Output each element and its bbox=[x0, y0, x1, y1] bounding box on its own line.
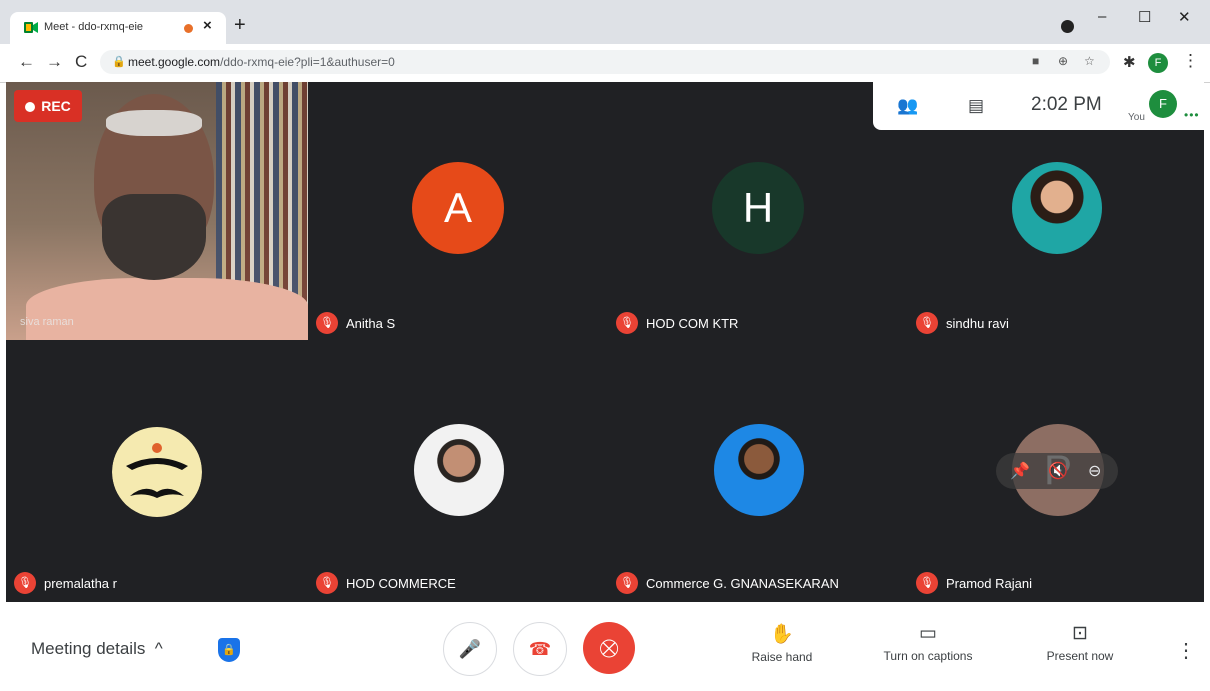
mic-off-icon: 🎙 bbox=[14, 572, 36, 594]
chevron-up-icon: ^ bbox=[154, 639, 163, 658]
url-text: meet.google.com/ddo-rxmq-eie?pli=1&authu… bbox=[128, 55, 395, 69]
microphone-icon: 🎤 bbox=[458, 639, 482, 659]
mic-off-icon: 🎙 bbox=[616, 312, 638, 334]
camera-permission-icon[interactable]: ■ bbox=[1032, 54, 1039, 68]
browser-tab-bar: Meet - ddo-rxmq-eie × + – ☐ ✕ bbox=[0, 0, 1210, 44]
minimize-button[interactable]: – bbox=[1098, 8, 1106, 25]
tile-premalatha-r[interactable]: 🎙 premalatha r bbox=[6, 342, 308, 602]
host-controls-shield-icon[interactable]: 🔒 bbox=[218, 638, 240, 662]
maximize-button[interactable]: ☐ bbox=[1138, 8, 1151, 26]
zoom-icon[interactable]: ⊕ bbox=[1058, 54, 1068, 68]
mic-off-icon: 🎙 bbox=[316, 312, 338, 334]
microphone-button[interactable]: 🎤 bbox=[443, 622, 497, 676]
address-bar-row: ← → C 🔒 meet.google.com/ddo-rxmq-eie?pli… bbox=[0, 44, 1210, 83]
tile-sindhu-ravi[interactable]: 🎙 sindhu ravi bbox=[908, 82, 1204, 342]
tile-hod-commerce[interactable]: 🎙 HOD COMMERCE bbox=[308, 342, 608, 602]
participant-name: HOD COMMERCE bbox=[346, 575, 456, 591]
participant-name: Commerce G. GNANASEKARAN bbox=[646, 575, 839, 591]
present-icon: ⊡ bbox=[1072, 623, 1088, 644]
meeting-details-button[interactable]: Meeting details ^ bbox=[31, 639, 163, 659]
avatar bbox=[1012, 162, 1102, 254]
forehead-mark bbox=[106, 110, 202, 136]
avatar: A bbox=[412, 162, 504, 254]
incognito-profile-icon[interactable] bbox=[1061, 20, 1074, 33]
participant-name: Anitha S bbox=[346, 315, 396, 331]
present-now-button[interactable]: ⊡ Present now bbox=[1036, 622, 1124, 663]
participant-name: sindhu ravi bbox=[946, 315, 1009, 331]
avatar: H bbox=[712, 162, 804, 254]
tile-commerce-g-gnanasekaran[interactable]: 🎙 Commerce G. GNANASEKARAN bbox=[608, 342, 908, 602]
back-button[interactable]: ← bbox=[18, 52, 35, 72]
participant-name: HOD COM KTR bbox=[646, 315, 739, 331]
avatar bbox=[112, 427, 202, 517]
profile-avatar[interactable]: F bbox=[1148, 53, 1168, 73]
participant-name: Pramod Rajani bbox=[946, 575, 1032, 591]
new-tab-button[interactable]: + bbox=[234, 14, 246, 37]
forward-button[interactable]: → bbox=[46, 52, 63, 72]
leave-call-button[interactable]: ☎ bbox=[513, 622, 567, 676]
meet-grid: siva raman REC 👥 ▤ 2:02 PM You F ••• A 🎙… bbox=[6, 82, 1204, 602]
pin-icon[interactable]: 📌 bbox=[1010, 461, 1030, 481]
more-options-icon[interactable]: ⋮ bbox=[1176, 638, 1196, 663]
tab-close-button[interactable]: × bbox=[203, 17, 212, 34]
mic-off-icon: 🎙 bbox=[916, 312, 938, 334]
tile-hover-controls: 📌 🔇 ⊖ bbox=[996, 453, 1118, 489]
participant-name: siva raman bbox=[20, 316, 74, 328]
tab-title: Meet - ddo-rxmq-eie bbox=[44, 21, 144, 33]
control-bar: Meeting details ^ 🔒 🎤 ☎ ⛒ ✋ Raise hand ▭… bbox=[0, 602, 1210, 691]
bookmark-star-icon[interactable]: ☆ bbox=[1084, 54, 1095, 68]
meet-favicon-icon bbox=[24, 22, 38, 33]
remove-participant-icon[interactable]: ⊖ bbox=[1088, 461, 1101, 481]
tile-pramod-rajani[interactable]: P 📌 🔇 ⊖ 🎙Pramod Rajani bbox=[908, 342, 1204, 602]
camera-button[interactable]: ⛒ bbox=[583, 622, 635, 674]
lock-icon: 🔒 bbox=[112, 56, 126, 68]
window-close-button[interactable]: ✕ bbox=[1178, 8, 1191, 26]
tile-anitha-s[interactable]: A 🎙 Anitha S bbox=[308, 82, 608, 342]
mic-off-icon: 🎙 bbox=[616, 572, 638, 594]
raise-hand-button[interactable]: ✋ Raise hand bbox=[742, 622, 822, 664]
browser-menu-icon[interactable]: ⋮ bbox=[1182, 51, 1199, 71]
mic-off-icon: 🎙 bbox=[316, 572, 338, 594]
rec-badge: REC bbox=[14, 90, 82, 122]
hand-icon: ✋ bbox=[770, 624, 794, 645]
shirt-shape bbox=[26, 278, 308, 340]
extensions-puzzle-icon[interactable]: ✱ bbox=[1123, 53, 1136, 71]
beard-shape bbox=[102, 194, 206, 280]
avatar bbox=[714, 424, 804, 516]
browser-tab[interactable]: Meet - ddo-rxmq-eie × bbox=[10, 12, 226, 44]
captions-icon: ▭ bbox=[919, 623, 937, 644]
url-field[interactable]: 🔒 meet.google.com/ddo-rxmq-eie?pli=1&aut… bbox=[100, 50, 1110, 74]
mic-off-icon: 🎙 bbox=[916, 572, 938, 594]
tile-hod-com-ktr[interactable]: H 🎙 HOD COM KTR bbox=[608, 82, 908, 342]
hang-up-icon: ☎ bbox=[528, 639, 552, 659]
recording-indicator-icon bbox=[184, 24, 193, 33]
participant-name: premalatha r bbox=[44, 575, 117, 591]
reload-button[interactable]: C bbox=[75, 52, 87, 72]
mute-participant-icon[interactable]: 🔇 bbox=[1048, 461, 1068, 481]
captions-button[interactable]: ▭ Turn on captions bbox=[870, 622, 986, 663]
rec-dot-icon bbox=[25, 102, 36, 112]
camera-off-icon: ⛒ bbox=[599, 638, 619, 658]
avatar bbox=[414, 424, 504, 516]
